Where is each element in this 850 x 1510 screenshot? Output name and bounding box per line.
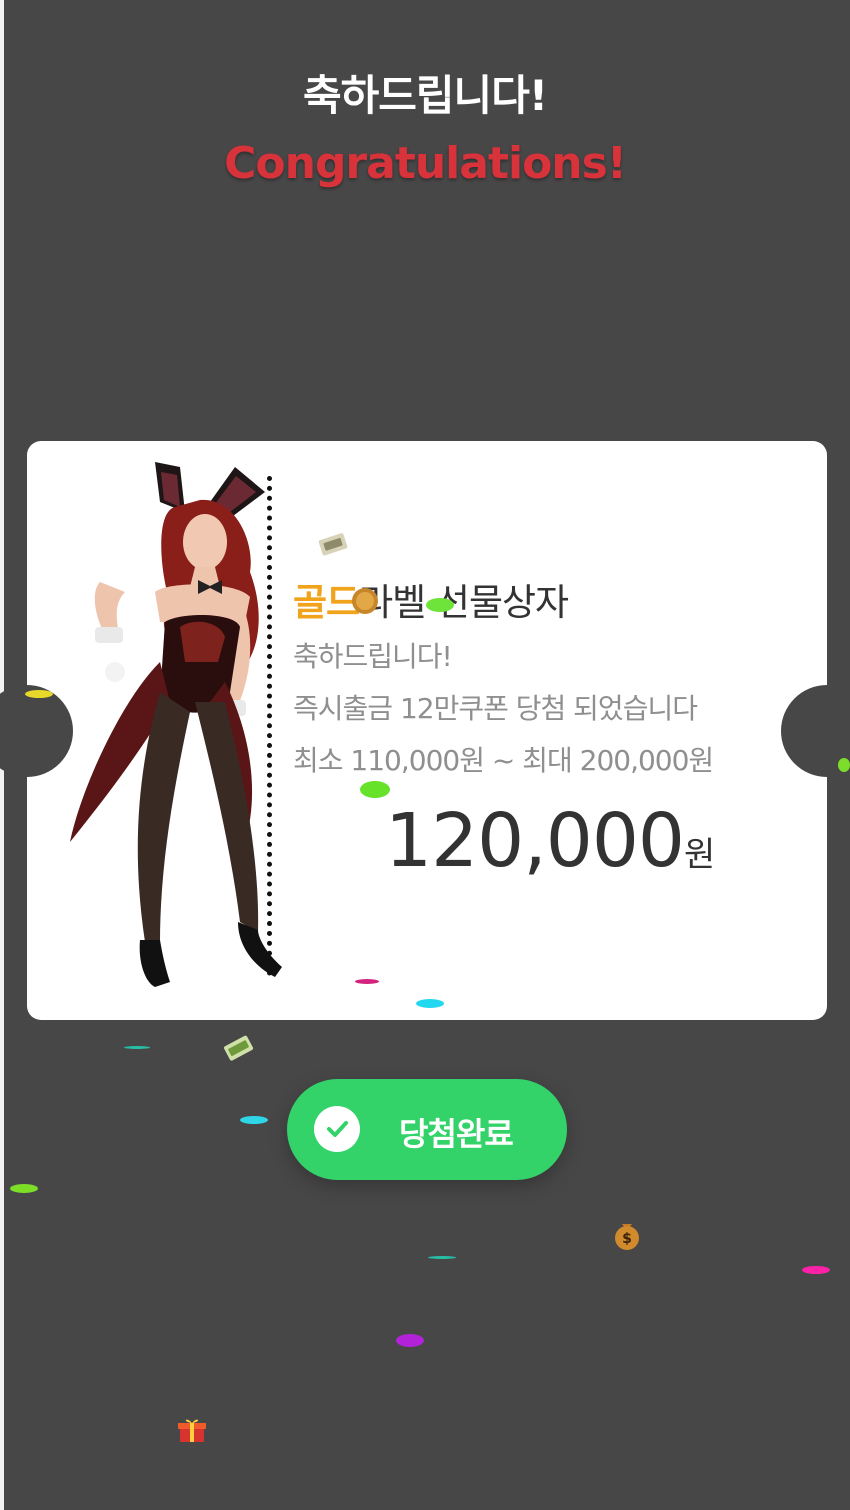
money-bundle-icon: [224, 1035, 254, 1061]
svg-text:$: $: [622, 1231, 632, 1247]
confetti-piece: [426, 598, 454, 612]
confetti-piece: [360, 781, 390, 798]
character-illustration: [70, 462, 282, 987]
range-text: 최소 110,000원 ~ 최대 200,000원: [293, 744, 714, 777]
money-bundle-icon: [318, 533, 348, 556]
gift-box-icon: [178, 1419, 206, 1442]
confetti-piece: [838, 758, 850, 772]
prize-amount: 120,000원: [385, 798, 715, 884]
prize-amount-unit: 원: [684, 835, 716, 875]
page-title-english: Congratulations!: [224, 138, 627, 189]
congrats-text: 축하드립니다!: [293, 640, 453, 673]
reward-screen: 축하드립니다! Congratulations! 골드라벨 선물상자 축하드립니…: [0, 0, 850, 1510]
claim-complete-label: 당첨완료: [399, 1115, 514, 1153]
gift-title-rest: 라벨 선물상자: [359, 581, 569, 624]
check-icon: [314, 1106, 360, 1152]
confetti-piece: [10, 1184, 38, 1193]
ticket-perforation: [267, 476, 272, 976]
confetti-piece: [355, 979, 379, 984]
confetti-piece: [802, 1266, 830, 1274]
money-bag-icon: $: [615, 1224, 639, 1250]
claim-complete-button[interactable]: 당첨완료: [287, 1079, 567, 1180]
page-title-korean: 축하드립니다!: [303, 71, 548, 120]
confetti-piece: [428, 1256, 456, 1259]
confetti-piece: [124, 1046, 150, 1049]
confetti-piece: [416, 999, 444, 1008]
confetti-piece: [240, 1116, 268, 1124]
coin-icon: [352, 588, 378, 614]
coupon-text: 즉시출금 12만쿠폰 당첨 되었습니다: [293, 692, 698, 725]
prize-amount-value: 120,000: [385, 798, 685, 884]
confetti-piece: [396, 1334, 424, 1347]
confetti-piece: [25, 690, 53, 698]
